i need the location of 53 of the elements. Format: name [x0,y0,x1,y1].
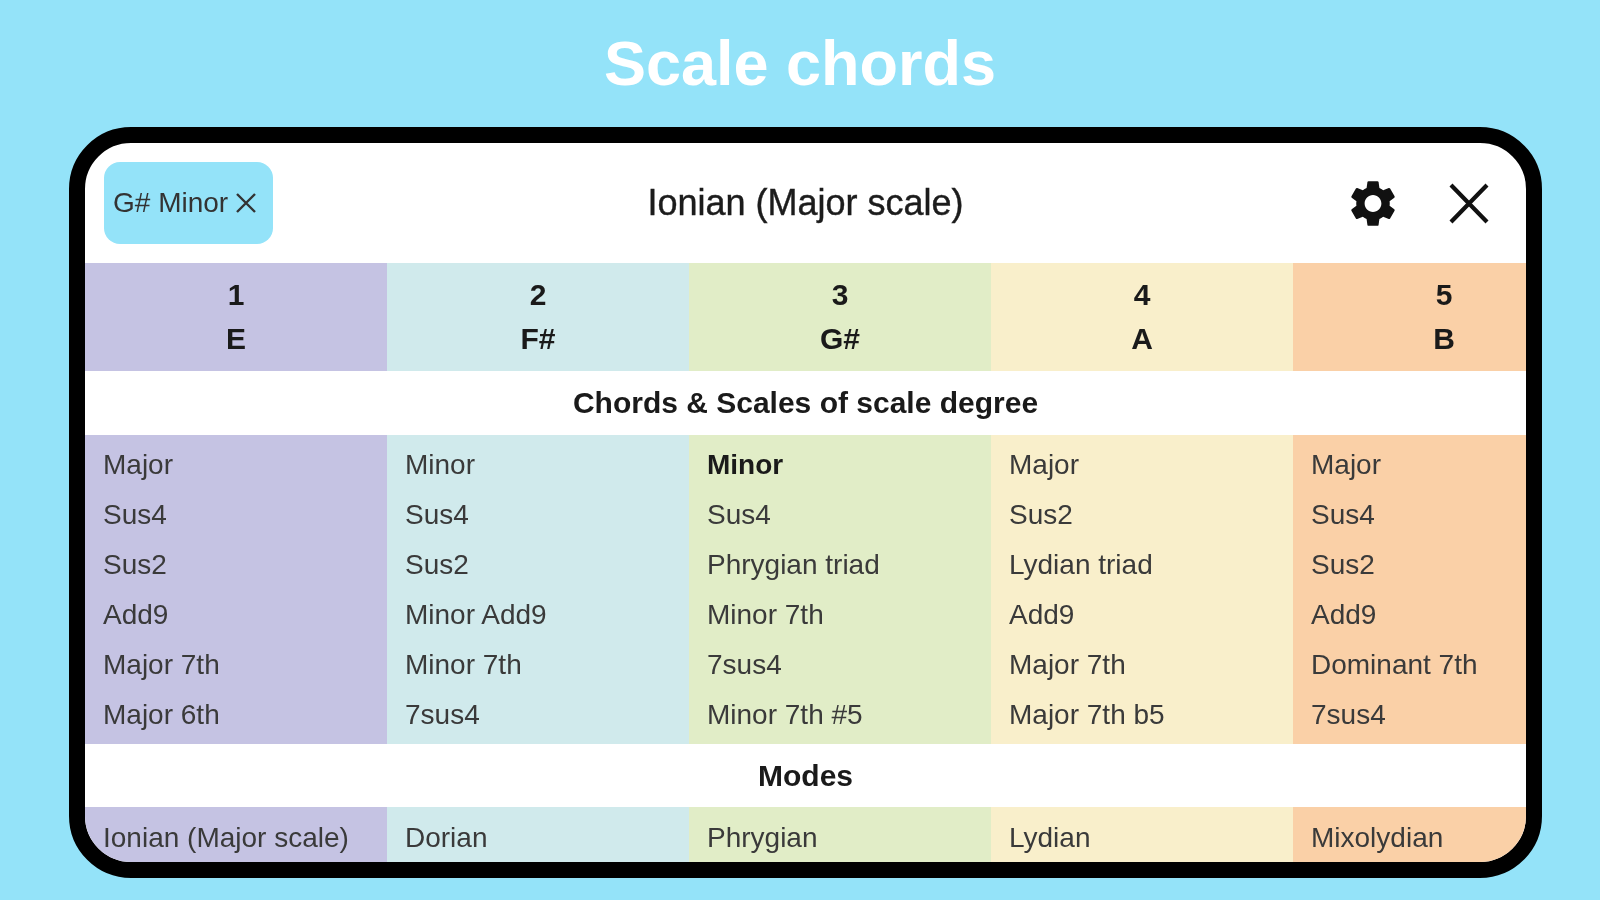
scale-title: Ionian (Major scale) [647,181,964,225]
chord-name[interactable]: Major 7th b5 [1009,698,1165,732]
settings-icon[interactable] [1350,179,1396,227]
chord-name[interactable]: Sus2 [103,548,167,582]
close-icon[interactable] [1449,182,1489,224]
chord-name[interactable]: Major 7th [1009,648,1126,682]
mode-name: Ionian (Major scale) [103,820,349,855]
degree-number: 3 [831,277,849,313]
section-heading: Chords & Scales of scale degree [572,385,1039,421]
chord-name[interactable]: Sus2 [1009,498,1073,532]
chord-name[interactable]: Sus2 [405,548,469,582]
chord-name[interactable]: Major 6th [103,698,220,732]
degree-number: 2 [529,277,547,313]
chord-name[interactable]: Minor [707,448,784,482]
note-name: G# [820,321,860,357]
chord-name[interactable]: Sus4 [405,498,469,532]
chord-name[interactable]: Add9 [103,598,169,632]
chord-name[interactable]: Sus4 [1311,498,1375,532]
chord-name[interactable]: Dominant 7th [1311,648,1478,682]
chord-name[interactable]: Sus4 [707,498,771,532]
chord-name[interactable]: Major 7th [103,648,220,682]
section-heading: Modes [758,757,853,794]
mode-name: Lydian [1009,820,1091,855]
chord-name[interactable]: Sus4 [103,498,167,532]
chord-name[interactable]: Add9 [1311,598,1377,632]
key-chip[interactable]: G# Minor [104,162,274,244]
degree-number: 4 [1133,277,1151,313]
chord-name[interactable]: Lydian triad [1009,548,1153,582]
chord-name[interactable]: 7sus4 [405,698,480,732]
chord-name[interactable]: Major [1009,448,1079,482]
note-name: B [1433,321,1455,357]
mode-name: Dorian [405,820,488,855]
chord-name[interactable]: Minor Add9 [405,598,547,632]
note-name: A [1131,321,1153,357]
chord-name[interactable]: Phrygian triad [707,548,880,582]
chord-name[interactable]: Minor 7th [405,648,522,682]
chord-name[interactable]: Major [103,448,173,482]
mode-name: Mixolydian [1311,820,1444,855]
chord-name[interactable]: Major [1311,448,1381,482]
chord-name[interactable]: Minor 7th #5 [707,698,863,732]
headline: Scale chords [603,28,997,99]
chord-name[interactable]: Minor 7th [707,598,824,632]
note-name: E [226,321,246,357]
degree-number: 1 [227,277,245,313]
degree-number: 5 [1435,277,1453,313]
chord-name[interactable]: Sus2 [1311,548,1375,582]
chord-name[interactable]: 7sus4 [1311,698,1386,732]
note-name: F# [520,321,556,357]
chord-name[interactable]: 7sus4 [707,648,782,682]
chord-name[interactable]: Minor [405,448,475,482]
close-icon[interactable] [235,192,258,214]
mode-name: Phrygian [707,820,818,855]
chord-name[interactable]: Add9 [1009,598,1075,632]
